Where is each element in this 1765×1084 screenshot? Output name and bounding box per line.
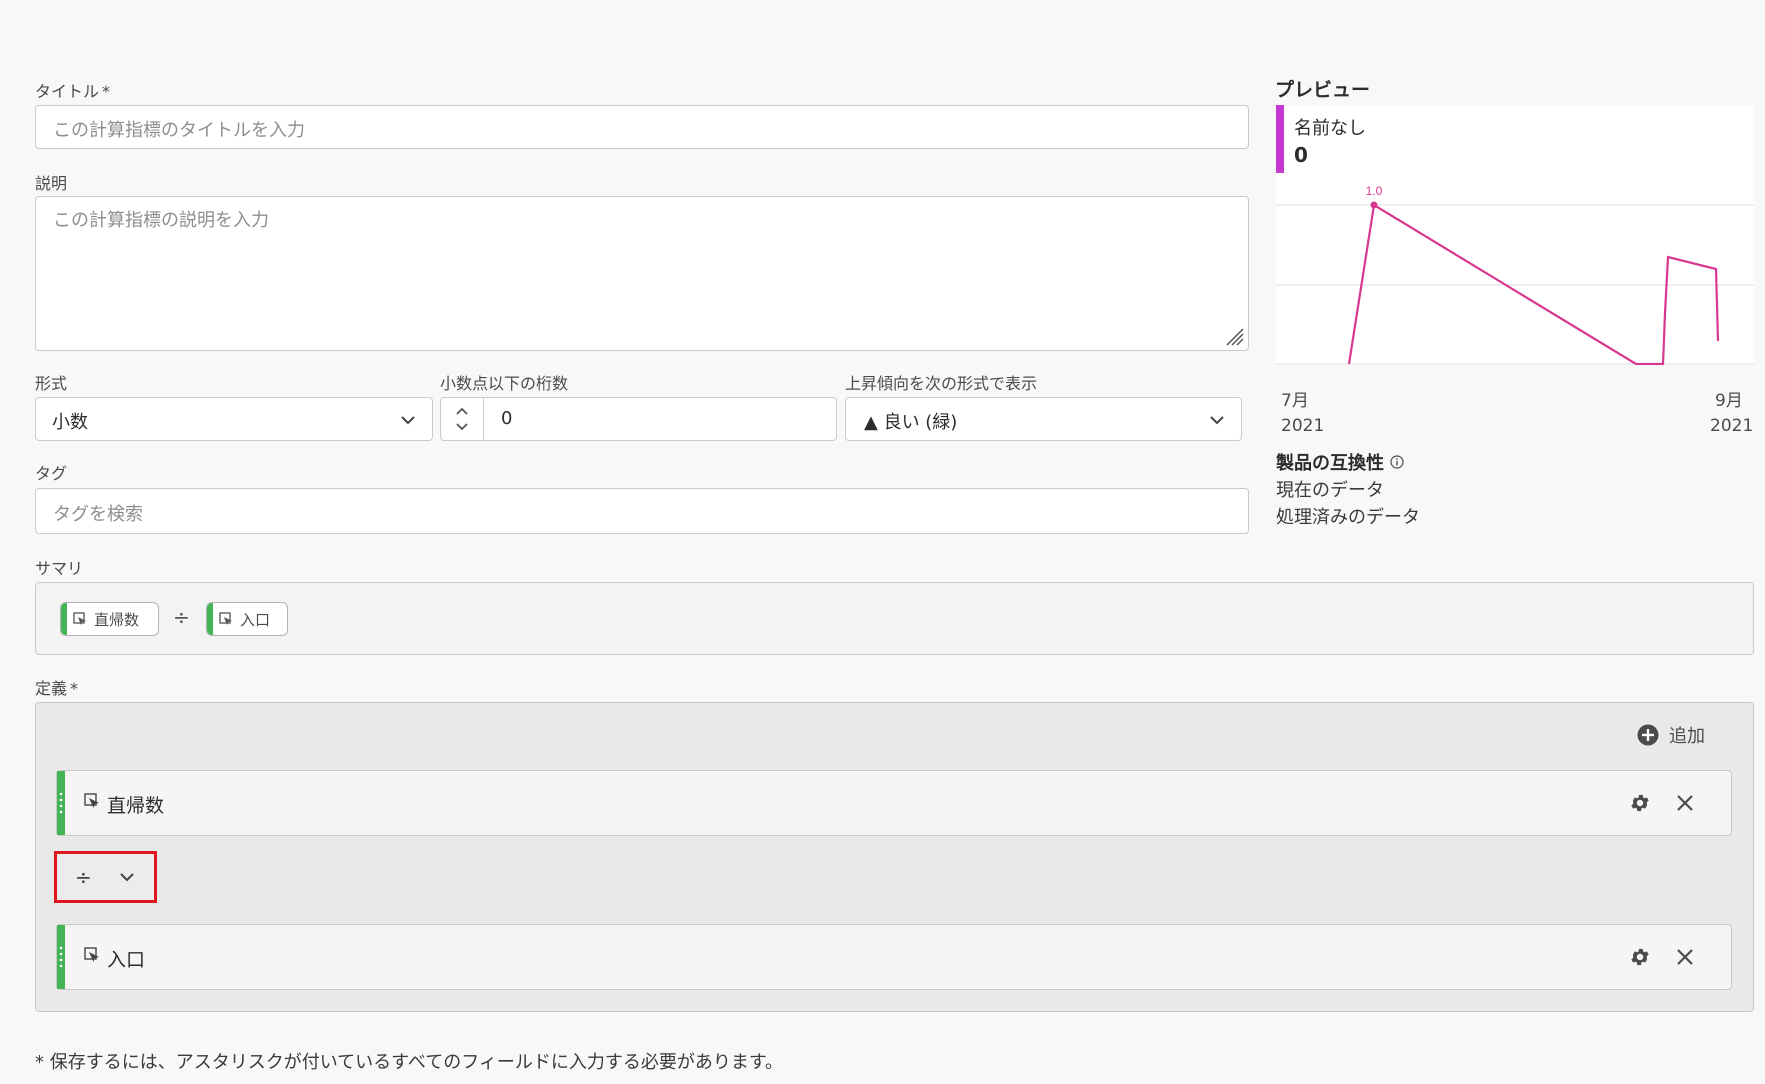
metric-icon [84,947,99,962]
operator-select[interactable]: ÷ [54,851,157,903]
summary-panel: 直帰数 ÷ 入口 [35,582,1754,655]
title-input[interactable]: この計算指標のタイトルを入力 [35,105,1249,149]
definition-component-bounces[interactable]: 直帰数 [56,770,1732,836]
compatibility-item-processed-data: 処理済みのデータ [1276,507,1420,528]
decimals-value: 0 [501,408,513,429]
decimals-stepper[interactable]: 0 [440,397,837,441]
description-textarea[interactable]: この計算指標の説明を入力 [35,196,1249,351]
format-value: 小数 [52,412,88,433]
compatibility-heading: 製品の互換性 [1276,449,1404,475]
preview-title: プレビュー [1275,79,1371,101]
gear-icon[interactable] [1629,792,1651,814]
preview-color-bar [1276,105,1284,173]
peak-point [1370,201,1378,209]
chevron-down-icon[interactable] [455,422,469,432]
summary-operator: ÷ [173,605,190,629]
peak-label: 1.0 [1366,184,1383,198]
trend-label: 上昇傾向を次の形式で表示 [845,374,1038,393]
decimals-label: 小数点以下の桁数 [440,374,569,393]
format-label: 形式 [35,374,68,393]
close-icon[interactable] [1675,947,1695,967]
summary-label: サマリ [35,559,84,578]
operator-value: ÷ [75,865,92,889]
grip-dots-icon [59,791,63,817]
info-icon[interactable] [1390,455,1404,469]
trend-value: ▲ 良い (緑) [864,412,958,433]
required-footer-note: * 保存するには、アスタリスクが付いているすべてのフィールドに入力する必要があり… [35,1052,784,1073]
chevron-down-icon [1209,413,1225,427]
metric-icon [84,793,99,808]
preview-metric-value: 0 [1294,143,1308,167]
definition-label: 定義 * [35,679,79,698]
trend-select[interactable]: ▲ 良い (緑) [845,397,1242,441]
grip-dots-icon [59,945,63,971]
metric-icon [73,612,86,625]
tags-placeholder: タグを検索 [53,504,143,525]
definition-canvas[interactable]: 追加 直帰数 ÷ 入口 [35,702,1754,1012]
tags-label: タグ [35,464,68,483]
x-axis-start-year: 2021 [1281,416,1325,436]
x-axis-end-year: 2021 [1710,416,1754,436]
chevron-down-icon [400,413,416,427]
close-icon[interactable] [1675,793,1695,813]
chevron-down-icon [120,873,134,882]
title-placeholder: この計算指標のタイトルを入力 [53,120,305,141]
metric-icon [219,612,232,625]
compatibility-item-current-data: 現在のデータ [1276,480,1384,501]
description-label: 説明 [35,174,68,193]
summary-chip-entries[interactable]: 入口 [206,602,288,636]
definition-component-entries[interactable]: 入口 [56,924,1732,990]
add-button[interactable]: 追加 [1637,722,1705,748]
x-axis-end-month: 9月 [1715,391,1743,411]
description-placeholder: この計算指標の説明を入力 [53,210,269,231]
format-select[interactable]: 小数 [35,397,433,441]
title-label: タイトル * [35,82,111,101]
chart-background [1276,173,1754,365]
preview-metric-card: 名前なし 0 [1276,105,1754,173]
tags-search-input[interactable]: タグを検索 [35,488,1249,534]
resize-handle-icon[interactable] [1225,327,1245,347]
preview-metric-name: 名前なし [1294,118,1366,139]
chevron-up-icon[interactable] [455,406,469,416]
preview-sparkline-chart: 1.0 [1276,173,1754,365]
add-circle-icon [1637,724,1659,746]
x-axis-start-month: 7月 [1281,391,1309,411]
decimals-stepper-arrows[interactable] [441,398,484,440]
gear-icon[interactable] [1629,946,1651,968]
summary-chip-bounces[interactable]: 直帰数 [60,602,159,636]
